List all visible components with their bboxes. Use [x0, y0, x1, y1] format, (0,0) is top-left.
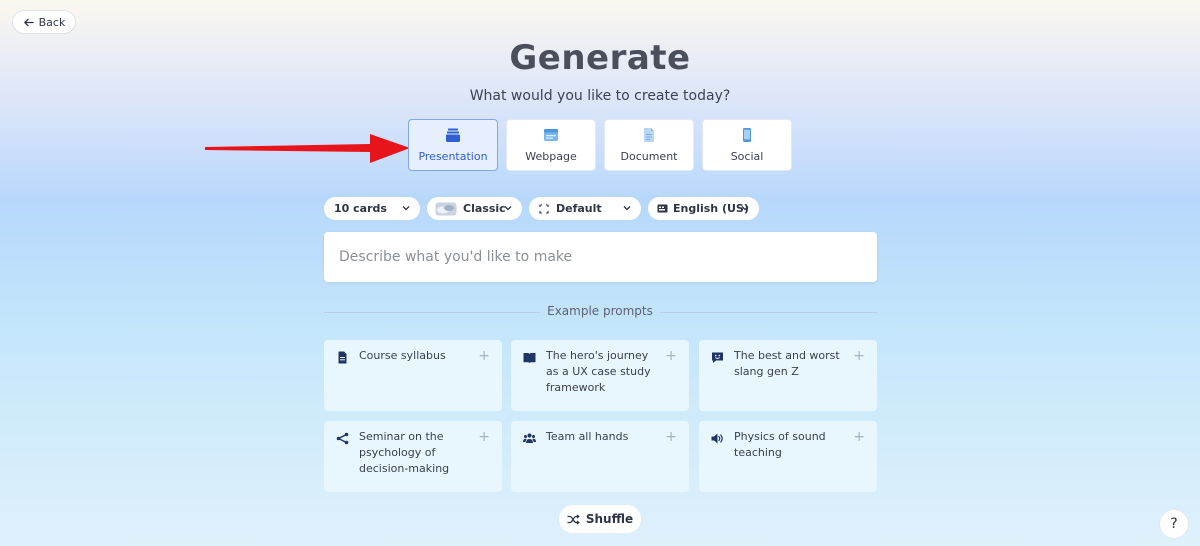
- prompt-input[interactable]: [324, 232, 877, 282]
- type-card-presentation[interactable]: Presentation: [408, 119, 498, 171]
- example-card[interactable]: Course syllabus +: [324, 340, 502, 411]
- help-button[interactable]: ?: [1159, 509, 1189, 539]
- stack-icon: [446, 128, 460, 142]
- plus-icon[interactable]: +: [665, 348, 677, 364]
- people-icon: [523, 433, 536, 443]
- example-prompts-heading: Example prompts: [547, 304, 653, 318]
- example-text: Team all hands: [546, 430, 629, 443]
- plus-icon[interactable]: +: [478, 348, 490, 364]
- cards-count-value: 10 cards: [334, 202, 387, 215]
- chat-emoji-icon: [712, 352, 723, 363]
- cards-count-dropdown[interactable]: 10 cards: [324, 197, 420, 220]
- page-subtitle: What would you like to create today?: [469, 88, 731, 104]
- plus-icon[interactable]: +: [665, 429, 677, 445]
- plus-icon[interactable]: +: [853, 429, 865, 445]
- speaker-icon: [711, 433, 723, 444]
- theme-dropdown[interactable]: Classic: [427, 197, 522, 220]
- shuffle-icon: [567, 514, 580, 524]
- example-text: Physics of sound teaching: [734, 430, 826, 459]
- arrow-left-icon: [23, 18, 34, 26]
- plus-icon[interactable]: +: [478, 429, 490, 445]
- chevron-down-icon: [402, 206, 410, 211]
- example-card[interactable]: The best and worst slang gen Z +: [699, 340, 877, 411]
- theme-thumbnail-icon: [435, 202, 457, 215]
- example-text: The hero's journey as a UX case study fr…: [546, 349, 651, 394]
- type-card-webpage[interactable]: Webpage: [506, 119, 596, 171]
- example-card[interactable]: Team all hands +: [511, 421, 689, 492]
- document-icon: [644, 128, 654, 142]
- shuffle-button[interactable]: Shuffle: [559, 505, 641, 533]
- example-card[interactable]: Seminar on the psychology of decision-ma…: [324, 421, 502, 492]
- example-text: Seminar on the psychology of decision-ma…: [359, 430, 450, 475]
- divider-right: [660, 312, 877, 313]
- back-button[interactable]: Back: [12, 10, 76, 34]
- format-dropdown[interactable]: Default: [529, 197, 641, 220]
- page-title: Generate: [509, 38, 691, 78]
- language-keyboard-icon: [657, 204, 668, 213]
- example-card[interactable]: Physics of sound teaching +: [699, 421, 877, 492]
- example-card[interactable]: The hero's journey as a UX case study fr…: [511, 340, 689, 411]
- phone-icon: [743, 128, 751, 142]
- open-book-icon: [523, 353, 536, 363]
- chevron-down-icon: [504, 206, 512, 211]
- shuffle-label: Shuffle: [585, 512, 634, 526]
- type-card-document[interactable]: Document: [604, 119, 694, 171]
- type-label-webpage: Webpage: [525, 150, 577, 163]
- chevron-down-icon: [623, 206, 631, 211]
- example-text: Course syllabus: [359, 349, 446, 362]
- browser-window-icon: [544, 129, 558, 141]
- red-arrow-annotation: [205, 134, 410, 163]
- divider-left: [324, 312, 540, 313]
- language-dropdown[interactable]: English (US): [648, 197, 759, 220]
- chevron-down-icon: [741, 206, 749, 211]
- document-icon: [338, 351, 347, 364]
- back-label: Back: [38, 15, 66, 29]
- type-card-social[interactable]: Social: [702, 119, 792, 171]
- share-nodes-icon: [336, 432, 349, 445]
- plus-icon[interactable]: +: [853, 348, 865, 364]
- format-value: Default: [556, 202, 602, 215]
- type-label-social: Social: [730, 150, 764, 163]
- type-label-document: Document: [620, 150, 678, 163]
- language-value: English (US): [673, 202, 749, 215]
- type-label-presentation: Presentation: [418, 150, 488, 163]
- expand-corners-icon: [539, 203, 549, 214]
- theme-value: Classic: [463, 202, 506, 215]
- example-text: The best and worst slang gen Z: [734, 349, 840, 378]
